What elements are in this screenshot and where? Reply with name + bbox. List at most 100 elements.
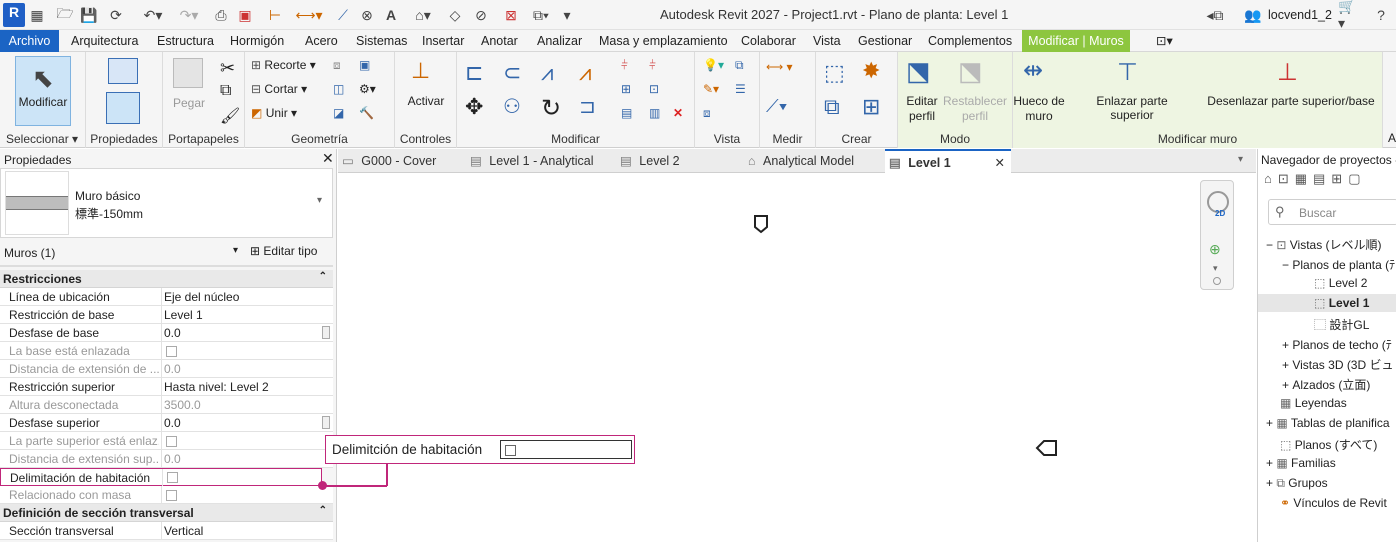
unpin-icon[interactable]: ▥ <box>649 106 660 120</box>
cut-icon[interactable]: ✂ <box>220 58 235 79</box>
hueco-de-muro-button[interactable]: Hueco de muro <box>1013 94 1065 124</box>
measure-between-icon[interactable]: ⊢ <box>266 5 284 25</box>
prop-row-room-bounding[interactable]: Delimitación de habitación <box>0 468 322 487</box>
align-dimension-icon[interactable]: ⟋ <box>334 5 352 25</box>
drawing-canvas[interactable]: 2D ⊕ ▾ <box>338 174 1256 542</box>
linework-icon[interactable]: ✎▾ <box>703 82 719 96</box>
create-group-icon[interactable]: ⊞ <box>862 94 880 120</box>
tree-item-selected[interactable]: ⬚ Level 1 <box>1258 294 1396 312</box>
scale-icon[interactable]: ⊡ <box>649 82 659 96</box>
zoom-dropdown-icon[interactable]: ▾ <box>1213 263 1218 274</box>
override-icon[interactable]: ⧉ <box>735 58 744 73</box>
hammer-icon[interactable]: 🔨 <box>359 106 374 120</box>
type-selector[interactable]: Muro básico 標準-150mm ▾ <box>0 168 333 238</box>
tree-item[interactable]: − ⊡ Vistas (レベル順) <box>1266 236 1382 253</box>
hide-icon[interactable]: 💡▾ <box>703 58 724 72</box>
view-tab-active[interactable]: ▤ Level 1 ✕ <box>885 149 1011 173</box>
view-tab[interactable]: ▤ Level 2 <box>620 149 740 173</box>
print-icon[interactable]: ⎙ <box>212 5 230 25</box>
open-folder-icon[interactable]: 🗁 <box>56 5 74 25</box>
tree-item[interactable]: + Alzados (立面) <box>1282 376 1370 393</box>
tab-sistemas[interactable]: Sistemas <box>350 30 413 52</box>
user-icon[interactable]: 👥 <box>1244 5 1262 25</box>
tab-insertar[interactable]: Insertar <box>416 30 470 52</box>
editar-perfil-button[interactable]: Editar perfil <box>898 94 946 124</box>
close-hidden-icon[interactable]: ⊠ <box>502 5 520 25</box>
undo-icon[interactable]: ↶▾ <box>140 5 166 25</box>
tag-icon[interactable]: ⊗ <box>358 5 376 25</box>
tree-item[interactable]: + Planos de techo (ﾃ <box>1282 336 1392 353</box>
filter-icon[interactable]: ☰ <box>735 82 746 96</box>
tree-item[interactable]: ⬚ 設計GL <box>1314 316 1369 333</box>
split-face-icon[interactable]: ▣ <box>359 58 370 72</box>
thin-lines-icon[interactable]: ⊘ <box>472 5 490 25</box>
tab-acero[interactable]: Acero <box>299 30 344 52</box>
instance-filter[interactable]: Muros (1) <box>4 246 55 260</box>
activate-controls-icon[interactable]: ⊥ <box>411 58 430 84</box>
split-gap-icon[interactable]: ⫩ <box>649 58 656 73</box>
tab-archivo[interactable]: Archivo <box>0 30 59 52</box>
tree-item[interactable]: + ▦ Familias <box>1266 456 1336 470</box>
seleccionar-menu[interactable]: Seleccionar ▾ <box>6 132 85 146</box>
create-similar-icon[interactable]: ✸ <box>862 58 880 84</box>
group-restricciones[interactable]: Restricciones ⌃ <box>0 270 333 288</box>
reset-profile-icon[interactable]: ⬔ <box>958 56 983 87</box>
text-icon[interactable]: A <box>382 5 400 25</box>
tab-masa[interactable]: Masa y emplazamiento <box>593 30 734 52</box>
mirror-axis-icon[interactable]: ⩘ <box>541 60 553 86</box>
export-icon[interactable]: ▣ <box>236 5 254 25</box>
switch-windows-icon[interactable]: ⧉▾ <box>528 5 554 25</box>
cortar-button[interactable]: ⊟ Cortar ▾ <box>251 82 307 96</box>
tab-gestionar[interactable]: Gestionar <box>852 30 918 52</box>
filter-dropdown-icon[interactable]: ▾ <box>233 245 238 256</box>
elevation-marker-icon[interactable] <box>752 214 770 234</box>
tab-options-icon[interactable]: ⊡▾ <box>1150 30 1179 52</box>
create-parts-icon[interactable]: ⧉ <box>824 94 840 120</box>
room-bounding-checkbox[interactable] <box>167 472 178 483</box>
paste-icon[interactable] <box>173 58 203 88</box>
match-type-icon[interactable]: 🖌 <box>220 106 240 126</box>
edit-type-button[interactable]: ⊞ Editar tipo <box>250 244 330 258</box>
browser-toolbar[interactable]: ⌂⊡▦▤⊞▢ <box>1264 171 1367 187</box>
rotate-icon[interactable]: ↻ <box>541 94 561 123</box>
tab-vista[interactable]: Vista <box>807 30 847 52</box>
3d-view-icon[interactable]: ⌂▾ <box>410 5 436 25</box>
prop-row[interactable]: Sección transversal Vertical <box>0 522 333 540</box>
prop-row[interactable]: Restricción de base Level 1 <box>0 306 333 324</box>
tab-hormigon[interactable]: Hormigón <box>224 30 290 52</box>
tree-item[interactable]: ⚭ Vínculos de Revit <box>1280 496 1387 510</box>
tree-item[interactable]: ⬚ Planos (すべて) <box>1280 436 1377 453</box>
prop-row[interactable]: Línea de ubicación Eje del núcleo <box>0 288 333 306</box>
tab-anotar[interactable]: Anotar <box>475 30 524 52</box>
copy-elements-icon[interactable]: ⚇ <box>503 94 521 119</box>
zoom-icon[interactable]: ⊕ <box>1209 241 1221 258</box>
trim-extend-icon[interactable]: ⊐ <box>579 94 596 119</box>
unir-button[interactable]: ◩ Unir ▾ <box>251 106 297 120</box>
tree-item[interactable]: + Vistas 3D (3D ビュ <box>1282 356 1393 373</box>
modificar-button[interactable]: ⬉ Modificar <box>15 56 71 126</box>
tree-item[interactable]: ⬚ Level 2 <box>1314 276 1367 290</box>
copy-icon[interactable]: ⧉ <box>220 82 231 100</box>
scroll-thumb[interactable] <box>322 326 330 339</box>
view-icon[interactable]: ⧈ <box>703 106 711 121</box>
tab-analizar[interactable]: Analizar <box>531 30 588 52</box>
search-infocenter-icon[interactable]: ◂⧉ <box>1206 5 1224 25</box>
prop-row[interactable]: Restricción superior Hasta nivel: Level 2 <box>0 378 333 396</box>
tab-arquitectura[interactable]: Arquitectura <box>65 30 144 52</box>
user-name[interactable]: locvend1_2 <box>1268 8 1332 22</box>
properties-icon[interactable] <box>106 92 140 124</box>
tab-estructura[interactable]: Estructura <box>151 30 220 52</box>
search-input[interactable]: ⚲ Buscar <box>1268 199 1396 225</box>
demolish-icon[interactable]: ◪ <box>333 106 344 120</box>
view-tab[interactable]: ▤ Level 1 - Analytical <box>470 149 616 173</box>
detach-icon[interactable]: ⊥ <box>1277 58 1298 87</box>
sync-icon[interactable]: ⟳ <box>104 5 128 25</box>
nav-options-icon[interactable] <box>1213 277 1221 285</box>
delete-icon[interactable]: ✕ <box>673 106 683 120</box>
tree-item[interactable]: + ⧉ Grupos <box>1266 476 1328 491</box>
tree-item[interactable]: + ▦ Tablas de planifica <box>1266 416 1390 430</box>
edit-profile-icon[interactable]: ⬔ <box>906 56 931 87</box>
measure-icon[interactable]: ⟷ ▾ <box>766 60 793 74</box>
align-icon[interactable]: ⊏ <box>465 60 483 86</box>
wall-joins-icon[interactable]: ⧈ <box>333 58 341 73</box>
